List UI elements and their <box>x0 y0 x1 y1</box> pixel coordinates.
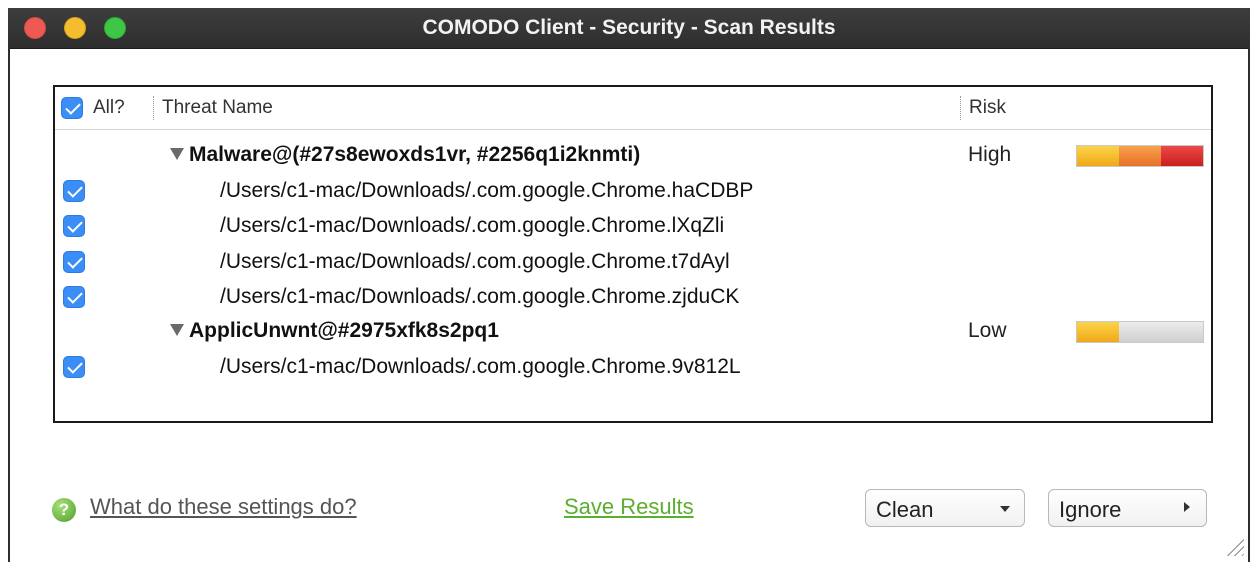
disclosure-triangle-icon[interactable] <box>170 148 184 160</box>
threat-file-path: /Users/c1-mac/Downloads/.com.google.Chro… <box>220 285 740 308</box>
risk-segment-high <box>1161 146 1203 166</box>
scan-results-window: COMODO Client - Security - Scan Results … <box>8 8 1250 562</box>
risk-level-bar <box>1076 145 1204 167</box>
select-all-checkbox[interactable] <box>61 97 83 119</box>
clean-dropdown-button[interactable]: Clean <box>865 489 1025 527</box>
column-separator <box>960 96 961 120</box>
threat-file-path: /Users/c1-mac/Downloads/.com.google.Chro… <box>220 250 730 273</box>
table-header: All? Threat Name Risk <box>55 87 1211 130</box>
threat-group-name: ApplicUnwnt@#2975xfk8s2pq1 <box>189 319 499 342</box>
threat-item-row[interactable]: /Users/c1-mac/Downloads/.com.google.Chro… <box>55 173 1211 209</box>
risk-segment-medium <box>1119 146 1161 166</box>
risk-label: Low <box>968 319 1007 342</box>
column-header-risk[interactable]: Risk <box>969 97 1006 119</box>
threat-group-row[interactable]: Malware@(#27s8ewoxds1vr, #2256q1i2knmti)… <box>55 137 1211 173</box>
risk-segment-high <box>1161 322 1203 342</box>
risk-level-bar <box>1076 321 1204 343</box>
chevron-right-icon <box>1184 502 1190 512</box>
risk-segment-low <box>1077 146 1119 166</box>
disclosure-triangle-icon[interactable] <box>170 324 184 336</box>
select-all-label: All? <box>93 97 125 118</box>
threat-item-row[interactable]: /Users/c1-mac/Downloads/.com.google.Chro… <box>55 244 1211 280</box>
window-border-left <box>8 48 10 562</box>
threat-item-row[interactable]: /Users/c1-mac/Downloads/.com.google.Chro… <box>55 349 1211 385</box>
resize-grip-icon[interactable] <box>1222 534 1244 556</box>
help-icon[interactable]: ? <box>52 498 76 522</box>
ignore-button-label: Ignore <box>1059 497 1122 522</box>
threat-group-row[interactable]: ApplicUnwnt@#2975xfk8s2pq1 Low <box>55 313 1211 349</box>
threat-item-checkbox[interactable] <box>63 356 85 378</box>
threat-file-path: /Users/c1-mac/Downloads/.com.google.Chro… <box>220 179 754 202</box>
help-link[interactable]: What do these settings do? <box>90 494 357 520</box>
chevron-down-icon <box>1000 506 1010 512</box>
title-bar[interactable]: COMODO Client - Security - Scan Results <box>8 8 1250 49</box>
column-separator <box>153 96 154 120</box>
save-results-link[interactable]: Save Results <box>564 494 694 520</box>
threat-item-checkbox[interactable] <box>63 215 85 237</box>
threat-item-checkbox[interactable] <box>63 251 85 273</box>
column-header-threat-name[interactable]: Threat Name <box>162 97 273 119</box>
threat-item-checkbox[interactable] <box>63 286 85 308</box>
threat-item-row[interactable]: /Users/c1-mac/Downloads/.com.google.Chro… <box>55 279 1211 315</box>
threat-file-path: /Users/c1-mac/Downloads/.com.google.Chro… <box>220 214 725 237</box>
threat-item-checkbox[interactable] <box>63 180 85 202</box>
risk-segment-low <box>1077 322 1119 342</box>
threat-table: All? Threat Name Risk Malware@(#27s8ewox… <box>53 85 1213 423</box>
ignore-menu-button[interactable]: Ignore <box>1048 489 1207 527</box>
threat-file-path: /Users/c1-mac/Downloads/.com.google.Chro… <box>220 355 741 378</box>
window-title: COMODO Client - Security - Scan Results <box>422 16 836 39</box>
clean-button-label: Clean <box>876 497 934 522</box>
threat-item-row[interactable]: /Users/c1-mac/Downloads/.com.google.Chro… <box>55 208 1211 244</box>
risk-segment-medium <box>1119 322 1161 342</box>
threat-group-name: Malware@(#27s8ewoxds1vr, #2256q1i2knmti) <box>189 143 641 166</box>
risk-label: High <box>968 143 1012 166</box>
